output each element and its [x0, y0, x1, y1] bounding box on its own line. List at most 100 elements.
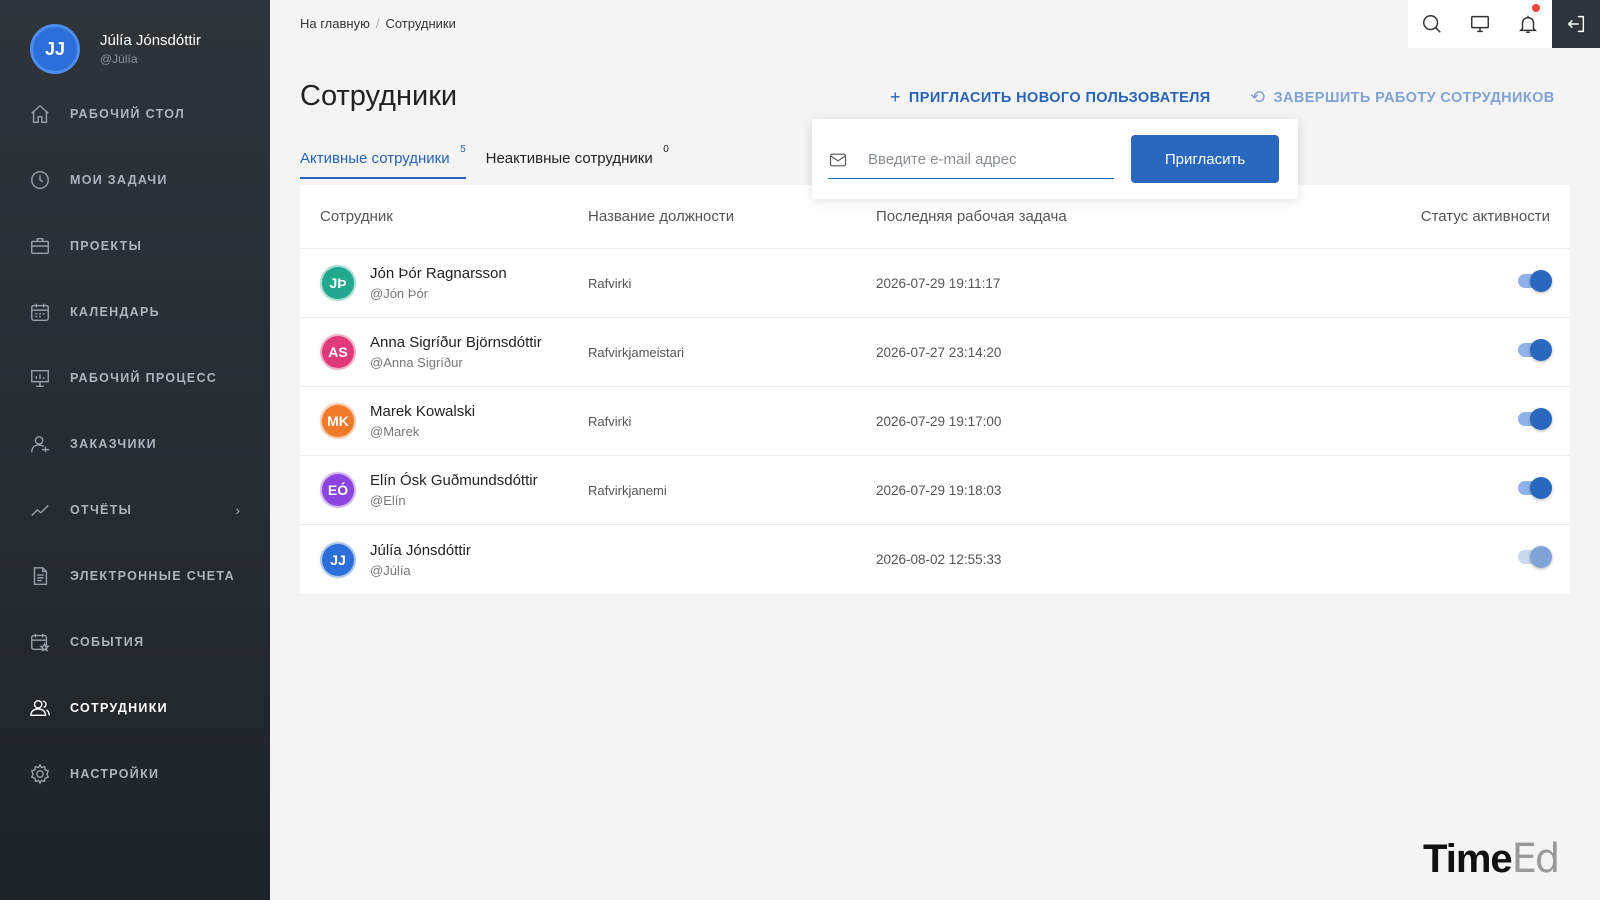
logout-button[interactable] [1552, 0, 1600, 48]
invoice-icon [28, 564, 52, 588]
tab-count: 5 [460, 144, 466, 155]
sidebar-item-label: СОТРУДНИКИ [70, 701, 168, 715]
employee-name[interactable]: Marek Kowalski [370, 403, 475, 420]
top-toolbar [1408, 0, 1600, 48]
table-body: JÞ Jón Þór Ragnarsson @Jón Þór Rafvirki … [300, 249, 1570, 594]
table-row[interactable]: AS Anna Sigríður Björnsdóttir @Anna Sigr… [300, 318, 1570, 387]
envelope-icon [829, 153, 847, 166]
notifications-button[interactable] [1504, 0, 1552, 48]
table-row[interactable]: JÞ Jón Þór Ragnarsson @Jón Þór Rafvirki … [300, 249, 1570, 318]
table-row[interactable]: EÓ Elín Ósk Guðmundsdóttir @Elín Rafvirk… [300, 456, 1570, 525]
employee-handle: @Anna Sigríður [370, 355, 463, 370]
invite-new-user-button[interactable]: + ПРИГЛАСИТЬ НОВОГО ПОЛЬЗОВАТЕЛЯ [890, 87, 1211, 108]
toggle-knob [1530, 407, 1552, 430]
employee-name[interactable]: Jón Þór Ragnarsson [370, 265, 507, 282]
gear-icon [28, 762, 52, 786]
tab-inactive-employees[interactable]: Неактивные сотрудники 0 [485, 144, 669, 179]
notification-dot [1532, 4, 1540, 12]
home-icon [28, 102, 52, 126]
last-task-time: 2026-07-29 19:18:03 [876, 482, 1002, 498]
calendar-icon [28, 300, 52, 324]
bell-icon [1518, 15, 1538, 33]
sidebar-item-label: СОБЫТИЯ [70, 635, 145, 649]
sidebar-item-employees[interactable]: СОТРУДНИКИ [0, 675, 270, 741]
toggle-knob [1530, 269, 1552, 292]
sidebar-item-workflow[interactable]: РАБОЧИЙ ПРОЦЕСС [0, 345, 270, 411]
search-button[interactable] [1408, 0, 1456, 48]
client-icon [28, 432, 52, 456]
column-header-employee[interactable]: Сотрудник [300, 208, 588, 225]
invite-popover: Пригласить [812, 119, 1298, 199]
sidebar-item-dashboard[interactable]: РАБОЧИЙ СТОЛ [0, 81, 270, 147]
sidebar-item-label: РАБОЧИЙ СТОЛ [70, 107, 186, 121]
avatar[interactable]: JJ [320, 541, 356, 578]
avatar[interactable]: MK [320, 403, 356, 439]
employee-cell: AS Anna Sigríður Björnsdóttir @Anna Sigr… [300, 334, 588, 370]
avatar[interactable]: EÓ [320, 472, 356, 508]
sidebar-item-projects[interactable]: ПРОЕКТЫ [0, 213, 270, 279]
employee-cell: MK Marek Kowalski @Marek [300, 403, 588, 439]
status-cell [1276, 476, 1570, 500]
avatar[interactable]: JÞ [320, 265, 356, 301]
employee-cell: JJ Júlía Jónsdóttir @Júlía [300, 541, 588, 578]
user-name: Júlía Jónsdóttir [100, 32, 201, 49]
user-avatar[interactable]: JJ [30, 24, 80, 74]
sidebar-item-label: КАЛЕНДАРЬ [70, 305, 160, 319]
table-row[interactable]: MK Marek Kowalski @Marek Rafvirki 2026-0… [300, 387, 1570, 456]
status-cell [1276, 269, 1570, 293]
chevron-right-icon: › [235, 502, 240, 518]
briefcase-icon [28, 234, 52, 258]
sidebar-item-settings[interactable]: НАСТРОЙКИ [0, 741, 270, 807]
sidebar-item-invoices[interactable]: ЭЛЕКТРОННЫЕ СЧЕТА [0, 543, 270, 609]
breadcrumb-home-link[interactable]: На главную [300, 16, 370, 31]
activity-toggle[interactable] [1518, 269, 1552, 292]
last-task-time: 2026-08-02 12:55:33 [876, 552, 1002, 567]
plus-icon: + [890, 87, 901, 107]
job-title: Rafvirkjameistari [588, 344, 685, 360]
breadcrumb-separator: / [375, 16, 380, 31]
column-header-status[interactable]: Статус активности [1276, 208, 1570, 225]
monitor-button[interactable] [1456, 0, 1504, 48]
employee-name[interactable]: Júlía Jónsdóttir [370, 542, 471, 559]
sidebar-item-events[interactable]: СОБЫТИЯ [0, 609, 270, 675]
end-employees-work-button[interactable]: ⟲ ЗАВЕРШИТЬ РАБОТУ СОТРУДНИКОВ [1250, 87, 1555, 108]
column-header-job[interactable]: Название должности [588, 208, 876, 225]
activity-toggle[interactable] [1518, 407, 1552, 430]
sidebar-item-clients[interactable]: ЗАКАЗЧИКИ [0, 411, 270, 477]
user-profile[interactable]: JJ Júlía Jónsdóttir @Júlía [30, 24, 201, 74]
tab-active-employees[interactable]: Активные сотрудники 5 [300, 144, 466, 179]
email-input[interactable] [868, 151, 1088, 168]
column-header-last-task[interactable]: Последняя рабочая задача [876, 208, 1276, 225]
sidebar-item-label: ЗАКАЗЧИКИ [70, 437, 157, 451]
sidebar-item-label: ЭЛЕКТРОННЫЕ СЧЕТА [70, 569, 235, 583]
job-title: Rafvirki [588, 413, 632, 429]
activity-toggle[interactable] [1518, 546, 1552, 568]
activity-toggle[interactable] [1518, 338, 1552, 361]
sidebar-item-label: НАСТРОЙКИ [70, 767, 160, 781]
employee-name[interactable]: Elín Ósk Guðmundsdóttir [370, 472, 538, 489]
toggle-knob [1530, 476, 1552, 499]
last-task-time: 2026-07-29 19:11:17 [876, 275, 1001, 291]
sidebar-item-my-tasks[interactable]: МОИ ЗАДАЧИ [0, 147, 270, 213]
monitor-icon [1471, 15, 1489, 33]
sidebar-item-label: ПРОЕКТЫ [70, 239, 143, 253]
tab-label: Неактивные сотрудники [485, 150, 653, 167]
breadcrumb: На главную / Сотрудники [300, 16, 456, 31]
sidebar-item-reports[interactable]: ОТЧЁТЫ › [0, 477, 270, 543]
employee-tabs: Активные сотрудники 5 Неактивные сотрудн… [300, 144, 689, 179]
email-field-wrapper [828, 141, 1114, 179]
tab-count: 0 [663, 144, 669, 155]
table-row[interactable]: JJ Júlía Jónsdóttir @Júlía 2026-08-02 12… [300, 525, 1570, 594]
last-task-time: 2026-07-27 23:14:20 [876, 344, 1002, 360]
employees-table: Сотрудник Название должности Последняя р… [300, 185, 1570, 594]
toggle-knob [1530, 338, 1552, 361]
sidebar-item-calendar[interactable]: КАЛЕНДАРЬ [0, 279, 270, 345]
tab-label: Активные сотрудники [300, 150, 450, 167]
user-handle: @Júlía [100, 52, 138, 66]
end-employees-work-label: ЗАВЕРШИТЬ РАБОТУ СОТРУДНИКОВ [1273, 89, 1555, 106]
activity-toggle[interactable] [1518, 476, 1552, 499]
avatar[interactable]: AS [320, 334, 356, 370]
invite-submit-button[interactable]: Пригласить [1131, 135, 1279, 183]
last-task-time: 2026-07-29 19:17:00 [876, 413, 1002, 429]
employee-name[interactable]: Anna Sigríður Björnsdóttir [370, 334, 542, 351]
